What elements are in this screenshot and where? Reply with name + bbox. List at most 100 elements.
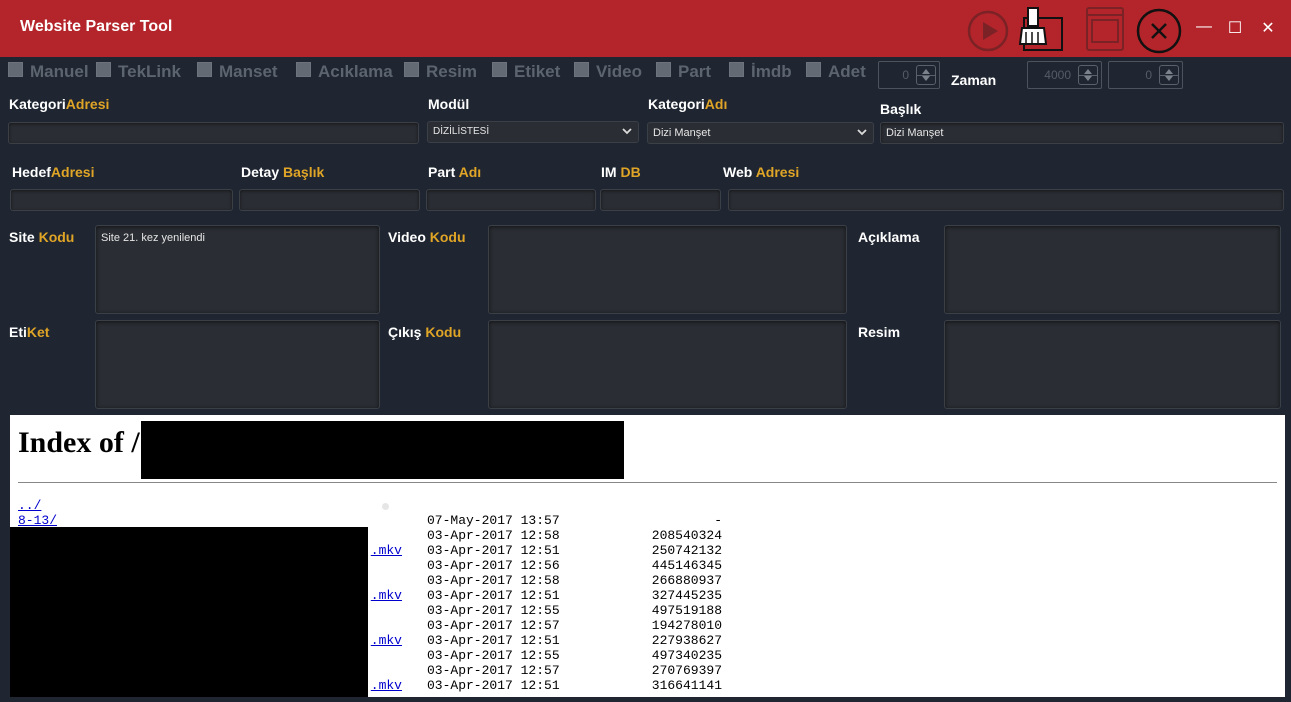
redaction-block xyxy=(141,421,624,479)
listing-size: 327445235 xyxy=(651,588,722,603)
checkbox-box[interactable] xyxy=(656,62,671,77)
aciklama-label: Açıklama xyxy=(858,229,920,245)
video-kodu-textarea[interactable] xyxy=(488,225,847,314)
file-link[interactable]: .mkv xyxy=(371,588,402,603)
resim-label: Resim xyxy=(858,324,901,340)
maximize-button[interactable]: ☐ xyxy=(1225,18,1245,38)
index-heading: Index of / xyxy=(18,426,140,459)
divider xyxy=(18,482,1277,483)
part-adi-input[interactable] xyxy=(426,189,596,211)
checkbox-box[interactable] xyxy=(492,62,507,77)
etiket-textarea[interactable] xyxy=(95,320,380,409)
baslik-input[interactable]: Dizi Manşet xyxy=(880,122,1284,144)
file-link[interactable]: 8-13/ xyxy=(18,513,57,528)
chevron-down-icon[interactable] xyxy=(622,126,632,136)
modul-label: Modül xyxy=(428,96,470,112)
checkbox-box[interactable] xyxy=(574,62,589,77)
listing-date: 03-Apr-2017 12:57 xyxy=(427,618,560,633)
minimize-button[interactable]: — xyxy=(1194,18,1214,36)
listing-date: 03-Apr-2017 12:51 xyxy=(427,678,560,693)
checkbox-box[interactable] xyxy=(404,62,419,77)
adet-spinner[interactable]: 0 xyxy=(878,61,940,89)
listing-size: 250742132 xyxy=(651,543,722,558)
window-title: Website Parser Tool xyxy=(20,18,173,35)
cikis-kodu-textarea[interactable] xyxy=(488,320,847,409)
file-link[interactable]: .mkv xyxy=(371,678,402,693)
detay-baslik-input[interactable] xyxy=(239,189,420,211)
spinner-buttons[interactable] xyxy=(1078,65,1098,85)
window-icon[interactable] xyxy=(1085,6,1125,52)
kategori-adi-select[interactable]: Dizi Manşet xyxy=(647,122,874,144)
cikis-kodu-label: Çıkış Kodu xyxy=(388,324,462,340)
play-icon[interactable] xyxy=(967,10,1009,52)
web-adresi-input[interactable] xyxy=(728,189,1284,211)
listing-size: 497519188 xyxy=(651,603,722,618)
hedef-adresi-input[interactable] xyxy=(10,189,233,211)
listing-date: 03-Apr-2017 12:58 xyxy=(427,573,560,588)
spinner-buttons[interactable] xyxy=(916,65,936,85)
baslik-label: Başlık xyxy=(880,101,922,117)
broom-icon[interactable] xyxy=(1018,6,1064,52)
zaman-spinner[interactable]: 4000 xyxy=(1027,61,1102,89)
web-adresi-label: Web Adresi xyxy=(723,164,800,180)
zaman-spinner-2[interactable]: 0 xyxy=(1108,61,1183,89)
checkbox-label: Manset xyxy=(219,62,278,81)
app-window: Website Parser Tool — ☐ ✕ Manuel TekLink… xyxy=(0,0,1291,702)
checkbox-box[interactable] xyxy=(296,62,311,77)
site-kodu-value: Site 21. kez yenilendi xyxy=(101,232,205,244)
imdb-label: IM DB xyxy=(601,164,641,180)
listing-size: 316641141 xyxy=(651,678,722,693)
file-link[interactable]: .mkv xyxy=(371,543,402,558)
video-kodu-label: Video Kodu xyxy=(388,229,466,245)
zaman-value-2[interactable]: 0 xyxy=(1145,68,1152,82)
close-button[interactable]: ✕ xyxy=(1258,18,1278,38)
checkbox-box[interactable] xyxy=(8,62,23,77)
close-circle-icon[interactable] xyxy=(1136,8,1182,54)
listing-size: 227938627 xyxy=(651,633,722,648)
web-browser-view[interactable]: Index of / ../ 8-13/ 07-May-2017 13:57 - 0… xyxy=(10,415,1285,697)
listing-date: 03-Apr-2017 12:56 xyxy=(427,558,560,573)
decoration-dot xyxy=(382,503,389,510)
checkbox-label: Video xyxy=(596,62,642,81)
kategori-adresi-input[interactable] xyxy=(8,122,419,144)
etiket-label: EtiKet xyxy=(9,324,50,340)
file-link[interactable]: .mkv xyxy=(371,633,402,648)
chevron-down-icon[interactable] xyxy=(857,127,867,137)
modul-selected: DİZİLİSTESİ xyxy=(433,126,490,137)
resim-textarea[interactable] xyxy=(944,320,1281,409)
modul-select[interactable]: DİZİLİSTESİ xyxy=(427,121,639,143)
listing-date: 03-Apr-2017 12:55 xyxy=(427,648,560,663)
checkbox-label: TekLink xyxy=(118,62,181,81)
listing-date: 03-Apr-2017 12:57 xyxy=(427,663,560,678)
checkbox-box[interactable] xyxy=(197,62,212,77)
checkbox-box[interactable] xyxy=(806,62,821,77)
listing-date: 07-May-2017 13:57 xyxy=(427,513,560,528)
aciklama-textarea[interactable] xyxy=(944,225,1281,314)
checkbox-label: Resim xyxy=(426,62,478,81)
listing-size: 266880937 xyxy=(651,573,722,588)
site-kodu-textarea[interactable]: Site 21. kez yenilendi xyxy=(95,225,380,314)
listing-date: 03-Apr-2017 12:58 xyxy=(427,528,560,543)
zaman-value[interactable]: 4000 xyxy=(1044,68,1071,82)
listing-date: 03-Apr-2017 12:51 xyxy=(427,588,560,603)
listing-size: 445146345 xyxy=(651,558,722,573)
adet-value[interactable]: 0 xyxy=(902,68,909,82)
listing-size: 270769397 xyxy=(651,663,722,678)
parent-dir-link[interactable]: ../ xyxy=(18,498,41,513)
kategori-adresi-label: KategoriAdresi xyxy=(9,96,110,112)
part-adi-label: Part Adı xyxy=(428,164,482,180)
listing-size: - xyxy=(714,513,722,528)
imdb-input[interactable] xyxy=(600,189,721,211)
zaman-label: Zaman xyxy=(951,72,997,88)
checkbox-label: Adet xyxy=(828,62,866,81)
listing-date: 03-Apr-2017 12:55 xyxy=(427,603,560,618)
checkbox-box[interactable] xyxy=(729,62,744,77)
listing-size: 208540324 xyxy=(651,528,722,543)
listing-row: ../ xyxy=(18,498,41,513)
spinner-buttons[interactable] xyxy=(1159,65,1179,85)
checkbox-label: İmdb xyxy=(751,62,792,81)
listing-date: 03-Apr-2017 12:51 xyxy=(427,543,560,558)
checkbox-box[interactable] xyxy=(96,62,111,77)
kategori-adi-selected: Dizi Manşet xyxy=(653,127,711,139)
listing-size: 497340235 xyxy=(651,648,722,663)
